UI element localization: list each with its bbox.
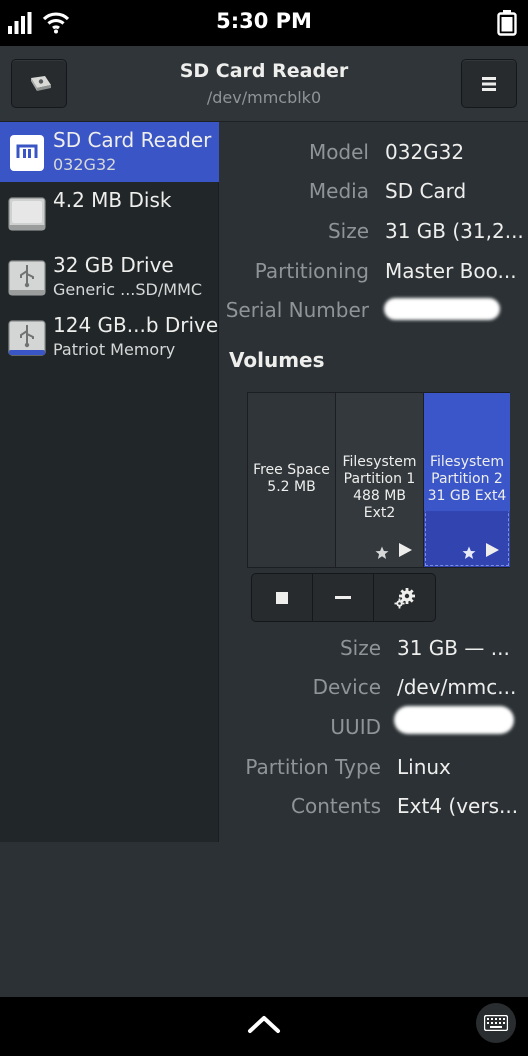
volume-free-space[interactable]: Free Space 5.2 MB [248, 393, 336, 567]
minus-icon [335, 595, 351, 599]
delete-partition-button[interactable] [313, 574, 374, 621]
hamburger-menu-icon [482, 77, 496, 91]
model-label: Model [308, 140, 369, 164]
keyboard-icon [484, 1015, 508, 1031]
volume-line: 488 MB Ext2 [353, 488, 406, 521]
media-label: Media [308, 179, 369, 203]
play-icon [486, 543, 499, 557]
volume-size-label: Size [339, 636, 381, 660]
volume-partition-1[interactable]: Filesystem Partition 1 488 MB Ext2 [336, 393, 424, 567]
window-title: SD Card Reader [179, 60, 349, 82]
sd-card-icon [10, 135, 44, 171]
serial-number-redacted [384, 298, 500, 320]
serial-number-label: Serial Number [225, 298, 369, 322]
hard-disk-icon [8, 197, 46, 231]
bottom-bar [0, 997, 528, 1056]
drive-description: 032G32 [53, 155, 117, 174]
model-value: 032G32 [385, 140, 465, 164]
uuid-label: UUID [330, 715, 381, 739]
partition-settings-button[interactable] [374, 574, 435, 621]
star-icon [375, 546, 389, 559]
media-value: SD Card [385, 179, 467, 203]
drive-name: 4.2 MB Disk [53, 188, 172, 212]
volume-line: 31 GB Ext4 [427, 488, 507, 504]
volume-line: Partition 2 [431, 471, 503, 487]
menu-button[interactable] [461, 59, 517, 108]
partitioning-label: Partitioning [254, 259, 369, 283]
clock: 5:30 PM [216, 9, 312, 33]
contents-value: Ext4 (vers... [397, 794, 519, 818]
battery-icon [497, 10, 517, 36]
partition-type-label: Partition Type [245, 755, 381, 779]
volume-line: 5.2 MB [267, 479, 316, 495]
usb-drive-icon [8, 320, 46, 356]
volumes-heading: Volumes [229, 348, 325, 372]
stop-icon [276, 591, 288, 604]
volume-line: Free Space [253, 462, 330, 478]
size-value: 31 GB (31,2... [385, 219, 524, 243]
star-icon [462, 546, 476, 559]
drive-description: Patriot Memory [53, 340, 176, 359]
volumes-map: Free Space 5.2 MB Filesystem Partition 1… [247, 392, 510, 568]
header-bar: SD Card Reader /dev/mmcblk0 [0, 46, 528, 122]
volume-line: Partition 1 [343, 471, 416, 487]
gears-icon [394, 587, 415, 608]
volume-line: Filesystem [429, 454, 505, 470]
drive-name: 32 GB Drive [53, 253, 174, 277]
play-icon [399, 543, 412, 557]
status-bar: 5:30 PM [0, 0, 528, 46]
volume-size-value: 31 GB — ... [397, 636, 510, 660]
volume-line: Filesystem [342, 454, 417, 470]
volume-partition-2[interactable]: Filesystem Partition 2 31 GB Ext4 [424, 393, 510, 567]
unmount-button[interactable] [252, 574, 313, 621]
window-subtitle: /dev/mmcblk0 [206, 88, 322, 107]
partitioning-value: Master Boo... [385, 259, 517, 283]
contents-label: Contents [291, 794, 381, 818]
keyboard-button[interactable] [476, 1003, 516, 1043]
chevron-up-icon[interactable] [246, 1013, 282, 1035]
usb-drive-icon [8, 260, 46, 296]
partition-type-value: Linux [397, 755, 451, 779]
volume-toolbar [251, 573, 436, 622]
device-value: /dev/mmc... [397, 675, 517, 699]
device-label: Device [312, 675, 381, 699]
size-label: Size [327, 219, 369, 243]
uuid-redacted [394, 706, 514, 734]
